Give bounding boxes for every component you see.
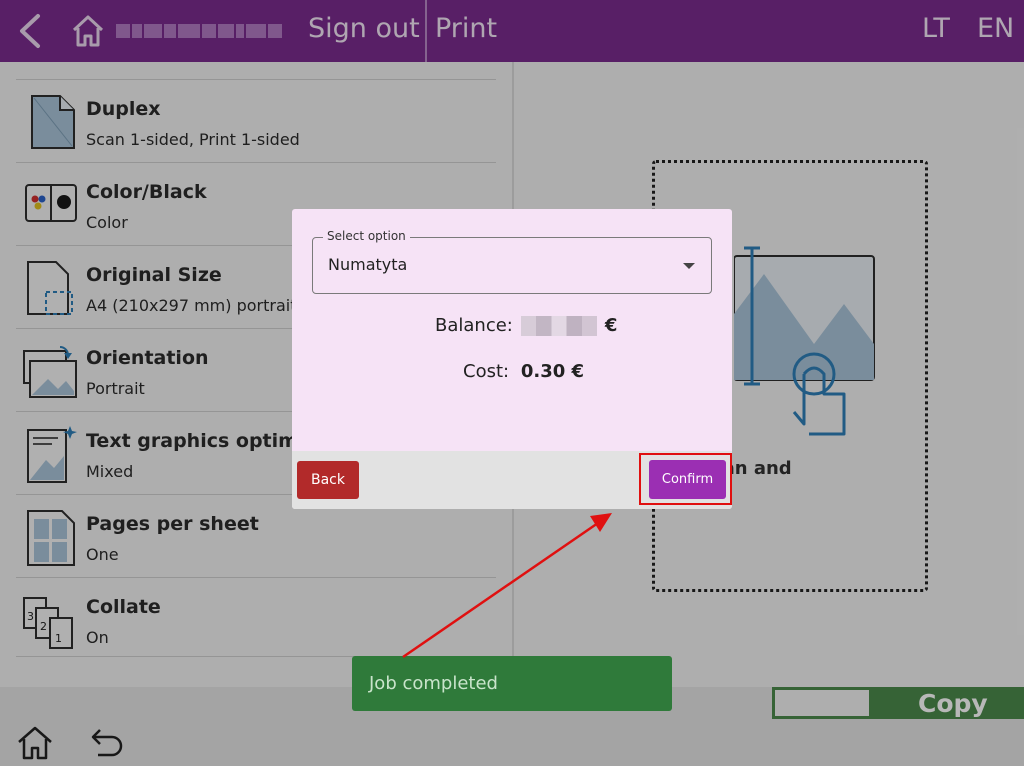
toast-message: Job completed	[369, 673, 498, 694]
select-value: Numatyta	[328, 255, 408, 274]
cost-row: Cost: 0.30 €	[463, 361, 584, 382]
cost-label: Cost:	[463, 361, 510, 382]
dropdown-arrow-icon	[683, 263, 695, 269]
back-button[interactable]: Back	[297, 461, 359, 499]
balance-row: Balance: €	[435, 315, 617, 336]
select-label: Select option	[323, 229, 410, 243]
cost-value: 0.30 €	[520, 361, 585, 382]
option-select[interactable]: Select option Numatyta	[312, 229, 712, 294]
toast-notification: Job completed	[352, 656, 672, 711]
balance-label: Balance:	[435, 315, 513, 336]
highlight-box	[639, 453, 732, 505]
balance-value-redacted	[520, 315, 597, 336]
balance-currency: €	[604, 315, 618, 336]
